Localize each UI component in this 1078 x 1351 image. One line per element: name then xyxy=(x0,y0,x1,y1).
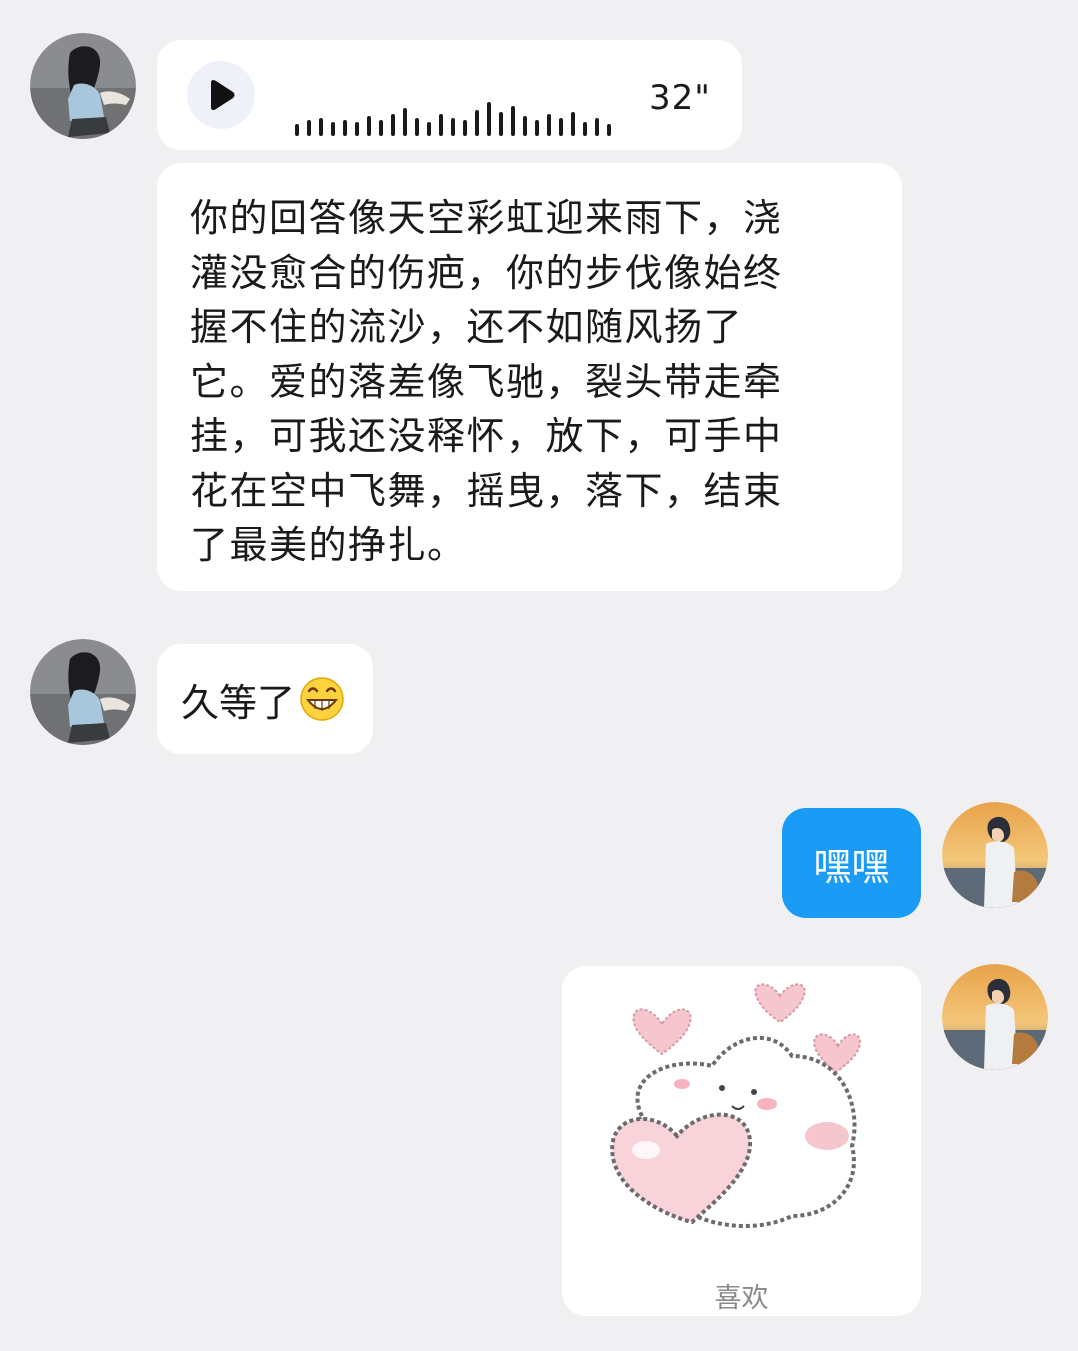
chat-thread: 32" 你的回答像天空彩虹迎来雨下，浇 灌没愈合的伤疤，你的步伐像始终 握不住的… xyxy=(0,0,1078,1351)
message-text: 久等了 xyxy=(181,680,296,725)
my-avatar[interactable] xyxy=(942,964,1048,1070)
contact-avatar[interactable] xyxy=(30,639,136,745)
sticker-caption: 喜欢 xyxy=(714,1283,769,1314)
play-button[interactable] xyxy=(187,61,255,129)
waveform-icon xyxy=(295,102,611,136)
voice-duration: 32" xyxy=(649,78,711,118)
outgoing-message-bubble[interactable]: 嘿嘿 xyxy=(782,808,921,918)
sticker-message[interactable] xyxy=(562,966,921,1316)
contact-avatar[interactable] xyxy=(30,33,136,139)
text-message-bubble[interactable]: 你的回答像天空彩虹迎来雨下，浇 灌没愈合的伤疤，你的步伐像始终 握不住的流沙，还… xyxy=(157,163,902,591)
bunny-heart-sticker-icon xyxy=(610,983,861,1228)
voice-message-bubble[interactable]: 32" xyxy=(157,40,742,150)
grinning-face-emoji-icon xyxy=(300,677,344,721)
play-icon xyxy=(211,79,235,111)
my-avatar[interactable] xyxy=(942,802,1048,908)
text-message-bubble[interactable]: 久等了 xyxy=(157,644,374,754)
